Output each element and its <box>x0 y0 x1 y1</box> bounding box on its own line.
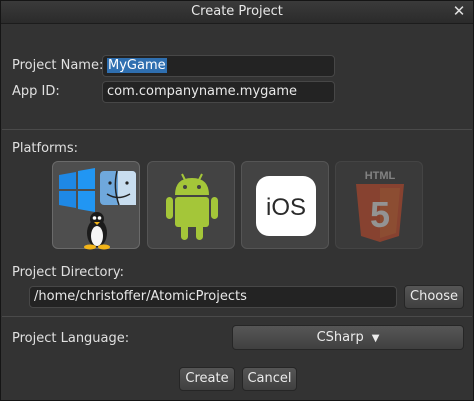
project-name-label: Project Name: <box>12 58 104 73</box>
ios-icon-text: iOS <box>266 194 306 221</box>
android-icon <box>166 173 218 240</box>
chevron-down-icon: ▼ <box>371 333 380 344</box>
platform-ios-button[interactable]: iOS <box>241 161 329 249</box>
dialog-title: Create Project <box>191 4 283 19</box>
app-id-input[interactable]: com.companyname.mygame <box>102 81 335 103</box>
section-divider <box>2 129 472 130</box>
html5-icon-text: HTML <box>365 170 396 182</box>
platform-android-button[interactable] <box>147 161 235 249</box>
project-directory-input[interactable]: /home/christoffer/AtomicProjects <box>29 286 397 308</box>
project-name-input[interactable]: MyGame <box>102 55 335 77</box>
platform-desktop-button[interactable] <box>52 161 140 250</box>
cancel-button[interactable]: Cancel <box>242 367 297 391</box>
create-project-dialog: Create Project ✕ Project Name: MyGame Ap… <box>0 0 474 401</box>
app-id-label: App ID: <box>12 84 60 99</box>
html5-badge-text: 5 <box>370 194 390 235</box>
desktop-platform-icons <box>59 168 136 250</box>
app-id-value: com.companyname.mygame <box>107 84 298 99</box>
choose-button[interactable]: Choose <box>404 285 464 309</box>
title-bar[interactable]: Create Project ✕ <box>1 1 473 24</box>
project-language-value: CSharp <box>316 330 364 345</box>
mac-finder-icon <box>100 170 136 206</box>
project-directory-label: Project Directory: <box>12 265 124 280</box>
close-icon[interactable]: ✕ <box>451 2 467 20</box>
create-button[interactable]: Create <box>179 367 235 391</box>
project-language-dropdown[interactable]: CSharp ▼ <box>232 325 464 350</box>
platform-html5-button[interactable]: HTML 5 <box>335 161 423 249</box>
section-divider <box>2 316 472 317</box>
project-directory-value: /home/christoffer/AtomicProjects <box>34 289 247 304</box>
platforms-label: Platforms: <box>12 141 78 156</box>
windows-icon <box>59 168 95 212</box>
project-name-value: MyGame <box>107 58 167 73</box>
html5-icon: HTML 5 <box>356 170 404 242</box>
project-language-label: Project Language: <box>12 331 130 346</box>
linux-tux-icon <box>84 212 110 250</box>
ios-icon: iOS <box>256 176 316 236</box>
